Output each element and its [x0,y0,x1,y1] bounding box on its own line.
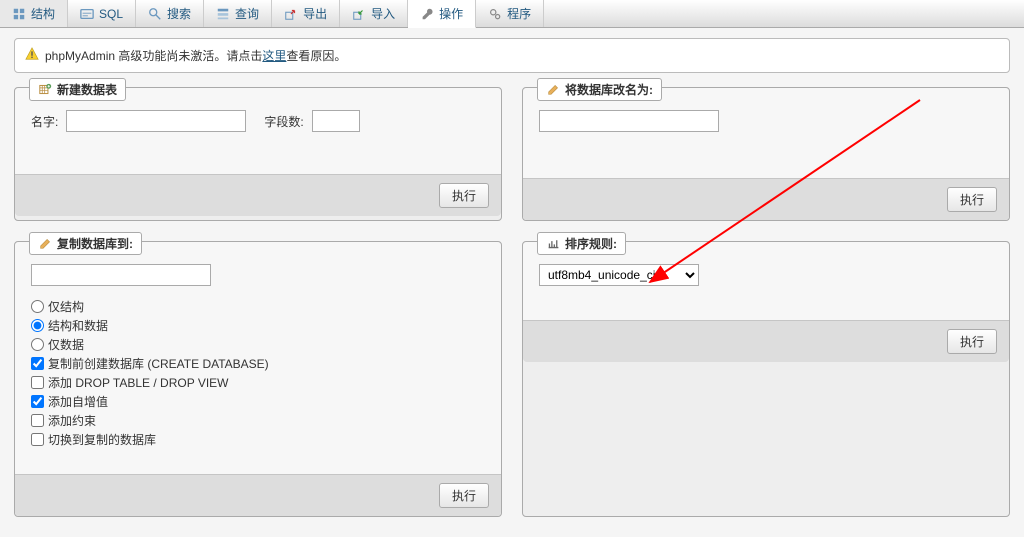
name-label: 名字: [31,113,58,130]
panel-rename-db: 将数据库改名为: 执行 [522,87,1010,221]
sql-icon [80,7,94,21]
pencil-icon [546,83,560,97]
panel-legend: 将数据库改名为: [537,78,662,101]
warning-text-prefix: phpMyAdmin 高级功能尚未激活。请点击 [45,49,262,63]
legend-text: 排序规则: [565,235,617,252]
tab-export[interactable]: 导出 [272,0,340,27]
tab-routines[interactable]: 程序 [476,0,544,27]
gears-icon [488,7,502,21]
check-switch[interactable] [31,433,44,446]
copy-db-input[interactable] [31,264,211,286]
tab-label: 程序 [507,5,531,22]
radio-structure-only[interactable] [31,300,44,313]
label-structure-only: 仅结构 [48,298,84,315]
legend-text: 复制数据库到: [57,235,133,252]
check-add-drop[interactable] [31,376,44,389]
radio-structure-data[interactable] [31,319,44,332]
panel-copy-db: 复制数据库到: 仅结构 结构和数据 仅数据 复制前创建数据库 (CREATE D… [14,241,502,517]
query-icon [216,7,230,21]
legend-text: 将数据库改名为: [565,81,653,98]
tab-label: 搜索 [167,5,191,22]
panel-create-table: 新建数据表 名字: 字段数: 执行 [14,87,502,221]
tab-sql[interactable]: SQL [68,0,136,27]
tab-label: 操作 [439,5,463,22]
label-data-only: 仅数据 [48,336,84,353]
structure-icon [12,7,26,21]
check-create-before[interactable] [31,357,44,370]
label-add-constraints: 添加约束 [48,412,96,429]
tab-label: 查询 [235,5,259,22]
wrench-icon [420,7,434,21]
tab-operations[interactable]: 操作 [408,0,476,28]
panel-legend: 复制数据库到: [29,232,142,255]
pencil-icon [38,237,52,251]
warning-link[interactable]: 这里 [262,49,286,63]
label-auto-increment: 添加自增值 [48,393,108,410]
tab-import[interactable]: 导入 [340,0,408,27]
label-structure-data: 结构和数据 [48,317,108,334]
rename-db-submit[interactable]: 执行 [947,187,997,212]
collation-submit[interactable]: 执行 [947,329,997,354]
label-create-before: 复制前创建数据库 (CREATE DATABASE) [48,355,269,372]
warning-bar: phpMyAdmin 高级功能尚未激活。请点击这里查看原因。 [14,38,1010,73]
label-switch: 切换到复制的数据库 [48,431,156,448]
import-icon [352,7,366,21]
warning-icon [25,47,39,64]
tab-label: 导入 [371,5,395,22]
panel-collation: 排序规则: utf8mb4_unicode_ci 执行 [522,241,1010,517]
check-auto-increment[interactable] [31,395,44,408]
collation-select[interactable]: utf8mb4_unicode_ci [539,264,699,286]
fields-count-input[interactable] [312,110,360,132]
table-name-input[interactable] [66,110,246,132]
tab-label: 结构 [31,5,55,22]
create-table-icon [38,83,52,97]
panel-legend: 新建数据表 [29,78,126,101]
tab-query[interactable]: 查询 [204,0,272,27]
warning-text-suffix: 查看原因。 [286,49,346,63]
check-add-constraints[interactable] [31,414,44,427]
create-table-submit[interactable]: 执行 [439,183,489,208]
fields-label: 字段数: [264,113,303,130]
legend-text: 新建数据表 [57,81,117,98]
radio-data-only[interactable] [31,338,44,351]
tab-bar: 结构 SQL 搜索 查询 导出 导入 操作 [0,0,1024,28]
tab-label: 导出 [303,5,327,22]
export-icon [284,7,298,21]
search-icon [148,7,162,21]
chart-icon [546,237,560,251]
tab-structure[interactable]: 结构 [0,0,68,27]
label-add-drop: 添加 DROP TABLE / DROP VIEW [48,374,229,391]
copy-db-submit[interactable]: 执行 [439,483,489,508]
tab-search[interactable]: 搜索 [136,0,204,27]
panel-legend: 排序规则: [537,232,626,255]
tab-label: SQL [99,7,123,21]
rename-db-input[interactable] [539,110,719,132]
